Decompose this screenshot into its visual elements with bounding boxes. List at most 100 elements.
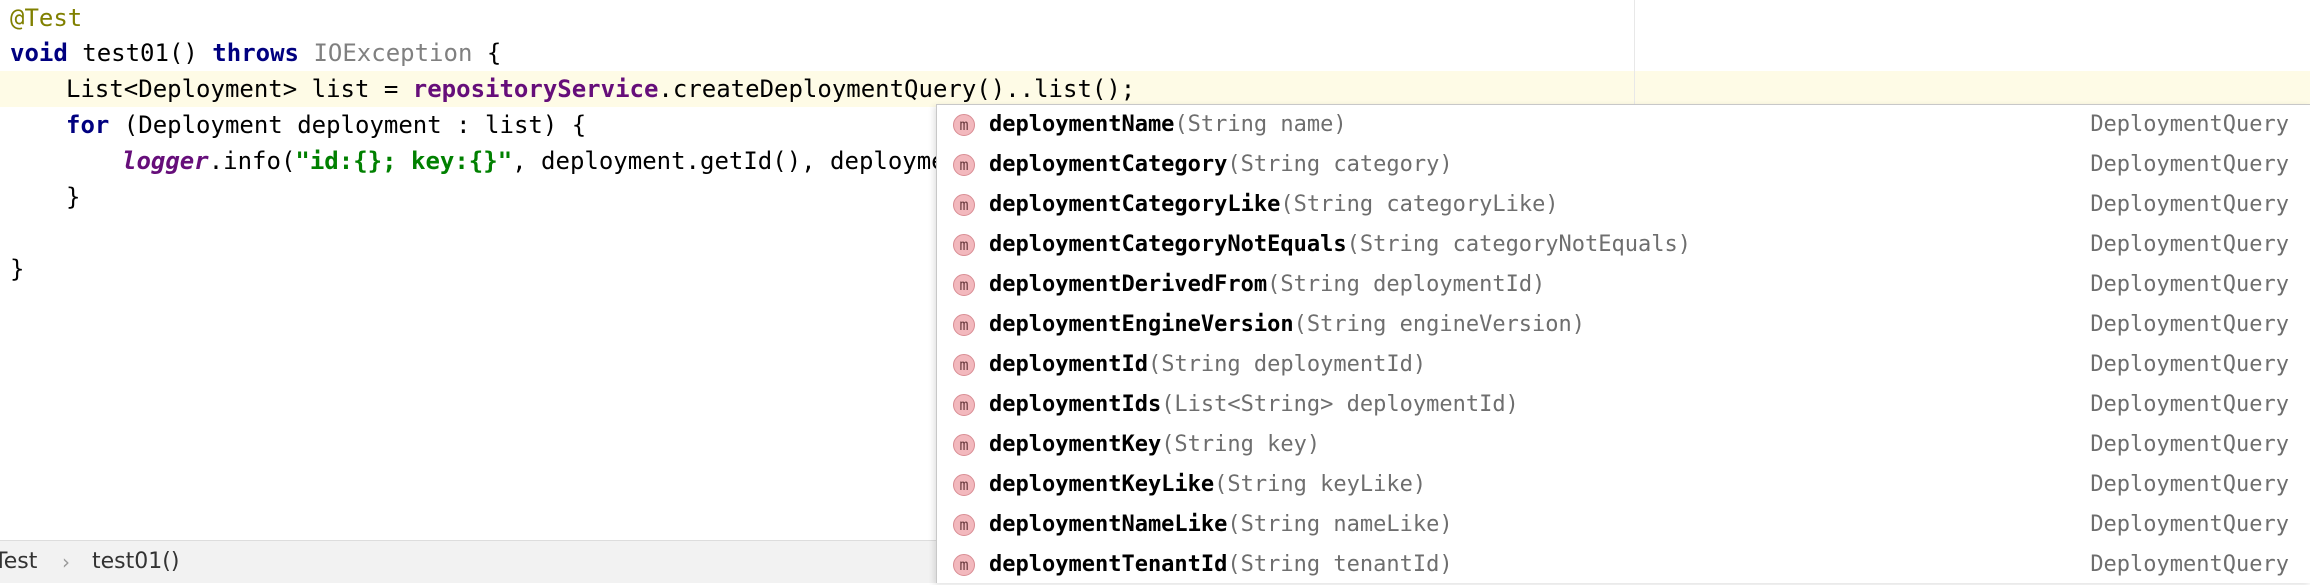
- return-type: DeploymentQuery: [2090, 472, 2289, 497]
- method-icon: m: [953, 234, 975, 256]
- completion-signature: deploymentEngineVersion(String engineVer…: [989, 305, 1585, 345]
- method-params: (String key): [1161, 432, 1321, 457]
- method-params: (String categoryLike): [1280, 192, 1559, 217]
- completion-signature: deploymentTenantId(String tenantId): [989, 545, 1453, 585]
- return-type: DeploymentQuery: [2090, 552, 2289, 577]
- method-name: deploymentId: [989, 352, 1148, 377]
- method-params: (String deploymentId): [1267, 272, 1546, 297]
- code-completion-popup[interactable]: m deploymentName(String name) Deployment…: [936, 104, 2310, 583]
- method-name: deploymentKeyLike: [989, 472, 1215, 497]
- completion-signature: deploymentCategory(String category): [989, 145, 1453, 185]
- method-icon: m: [953, 514, 975, 536]
- completion-signature: deploymentDerivedFrom(String deploymentI…: [989, 265, 1545, 305]
- code-line-1: @Test: [10, 0, 82, 36]
- completion-item[interactable]: m deploymentCategory(String category) De…: [937, 145, 2310, 185]
- completion-item[interactable]: m deploymentName(String name) Deployment…: [937, 105, 2310, 145]
- method-name: deploymentNameLike: [989, 512, 1228, 537]
- completion-signature: deploymentKey(String key): [989, 425, 1320, 465]
- list-declaration: List<Deployment> list =: [66, 75, 413, 103]
- method-name: deploymentCategory: [989, 152, 1228, 177]
- repository-service-field: repositoryService: [412, 75, 659, 103]
- completion-signature: deploymentIds(List<String> deploymentId): [989, 385, 1519, 425]
- return-type: DeploymentQuery: [2090, 152, 2289, 177]
- return-type: DeploymentQuery: [2090, 392, 2289, 417]
- query-call: .createDeploymentQuery()..list();: [658, 75, 1136, 103]
- code-line-4: for (Deployment deployment : list) {: [66, 107, 586, 143]
- breadcrumb-class[interactable]: Test: [0, 541, 37, 583]
- return-type: DeploymentQuery: [2090, 352, 2289, 377]
- method-icon: m: [953, 554, 975, 576]
- completion-item[interactable]: m deploymentKey(String key) DeploymentQu…: [937, 425, 2310, 465]
- for-header: (Deployment deployment : list) {: [109, 111, 587, 139]
- code-line-3: List<Deployment> list = repositoryServic…: [66, 71, 1135, 107]
- method-icon: m: [953, 354, 975, 376]
- completion-item[interactable]: m deploymentCategoryNotEquals(String cat…: [937, 225, 2310, 265]
- return-type: DeploymentQuery: [2090, 112, 2289, 137]
- test-annotation: @Test: [10, 4, 83, 32]
- return-type: DeploymentQuery: [2090, 232, 2289, 257]
- log-format-string: "id:{}; key:{}": [295, 147, 513, 175]
- method-params: (List<String> deploymentId): [1161, 392, 1519, 417]
- completion-signature: deploymentId(String deploymentId): [989, 345, 1426, 385]
- method-name: deploymentTenantId: [989, 552, 1228, 577]
- keyword-throws: throws: [212, 39, 299, 67]
- method-icon: m: [953, 314, 975, 336]
- completion-signature: deploymentKeyLike(String keyLike): [989, 465, 1426, 505]
- return-type: DeploymentQuery: [2090, 312, 2289, 337]
- method-icon: m: [953, 474, 975, 496]
- method-params: (String name): [1174, 112, 1347, 137]
- keyword-void: void: [10, 39, 68, 67]
- method-name: deploymentDerivedFrom: [989, 272, 1268, 297]
- close-brace: }: [10, 255, 25, 283]
- completion-item[interactable]: m deploymentIds(List<String> deploymentI…: [937, 385, 2310, 425]
- method-name: deploymentName: [989, 112, 1175, 137]
- method-name: deploymentCategoryLike: [989, 192, 1281, 217]
- info-args: , deployment.getId(), deployment: [512, 147, 975, 175]
- completion-item[interactable]: m deploymentCategoryLike(String category…: [937, 185, 2310, 225]
- method-params: (String keyLike): [1214, 472, 1427, 497]
- method-icon: m: [953, 114, 975, 136]
- open-brace: {: [472, 39, 502, 67]
- breadcrumb-method[interactable]: test01(): [92, 541, 179, 583]
- logger-field: logger: [122, 147, 209, 175]
- method-icon: m: [953, 394, 975, 416]
- method-params: (String nameLike): [1227, 512, 1453, 537]
- return-type: DeploymentQuery: [2090, 512, 2289, 537]
- method-params: (String categoryNotEquals): [1346, 232, 1691, 257]
- completion-item[interactable]: m deploymentEngineVersion(String engineV…: [937, 305, 2310, 345]
- method-params: (String engineVersion): [1293, 312, 1586, 337]
- info-call: .info(: [208, 147, 296, 175]
- return-type: DeploymentQuery: [2090, 192, 2289, 217]
- method-name: deploymentIds: [989, 392, 1162, 417]
- method-name: deploymentEngineVersion: [989, 312, 1294, 337]
- code-line-6: }: [66, 179, 80, 215]
- return-type: DeploymentQuery: [2090, 432, 2289, 457]
- exception-type: IOException: [313, 39, 473, 67]
- completion-item[interactable]: m deploymentKeyLike(String keyLike) Depl…: [937, 465, 2310, 505]
- completion-item[interactable]: m deploymentTenantId(String tenantId) De…: [937, 545, 2310, 585]
- completion-signature: deploymentCategoryLike(String categoryLi…: [989, 185, 1559, 225]
- completion-signature: deploymentName(String name): [989, 105, 1347, 145]
- method-params: (String deploymentId): [1147, 352, 1427, 377]
- keyword-for: for: [66, 111, 110, 139]
- completion-item[interactable]: m deploymentDerivedFrom(String deploymen…: [937, 265, 2310, 305]
- return-type: DeploymentQuery: [2090, 272, 2289, 297]
- method-params: (String tenantId): [1227, 552, 1453, 577]
- method-name: deploymentKey: [989, 432, 1162, 457]
- method-icon: m: [953, 154, 975, 176]
- completion-item[interactable]: m deploymentNameLike(String nameLike) De…: [937, 505, 2310, 545]
- code-line-2: void test01() throws IOException {: [10, 35, 501, 71]
- method-icon: m: [953, 434, 975, 456]
- method-icon: m: [953, 194, 975, 216]
- breadcrumb-separator: ›: [62, 550, 70, 574]
- completion-signature: deploymentCategoryNotEquals(String categ…: [989, 225, 1691, 265]
- code-line-5: logger.info("id:{}; key:{}", deployment.…: [122, 143, 975, 179]
- code-line-8: }: [10, 251, 24, 287]
- completion-item[interactable]: m deploymentId(String deploymentId) Depl…: [937, 345, 2310, 385]
- method-params: (String category): [1227, 152, 1453, 177]
- method-name: deploymentCategoryNotEquals: [989, 232, 1347, 257]
- completion-signature: deploymentNameLike(String nameLike): [989, 505, 1453, 545]
- close-brace: }: [66, 183, 81, 211]
- method-signature: test01(): [67, 39, 213, 67]
